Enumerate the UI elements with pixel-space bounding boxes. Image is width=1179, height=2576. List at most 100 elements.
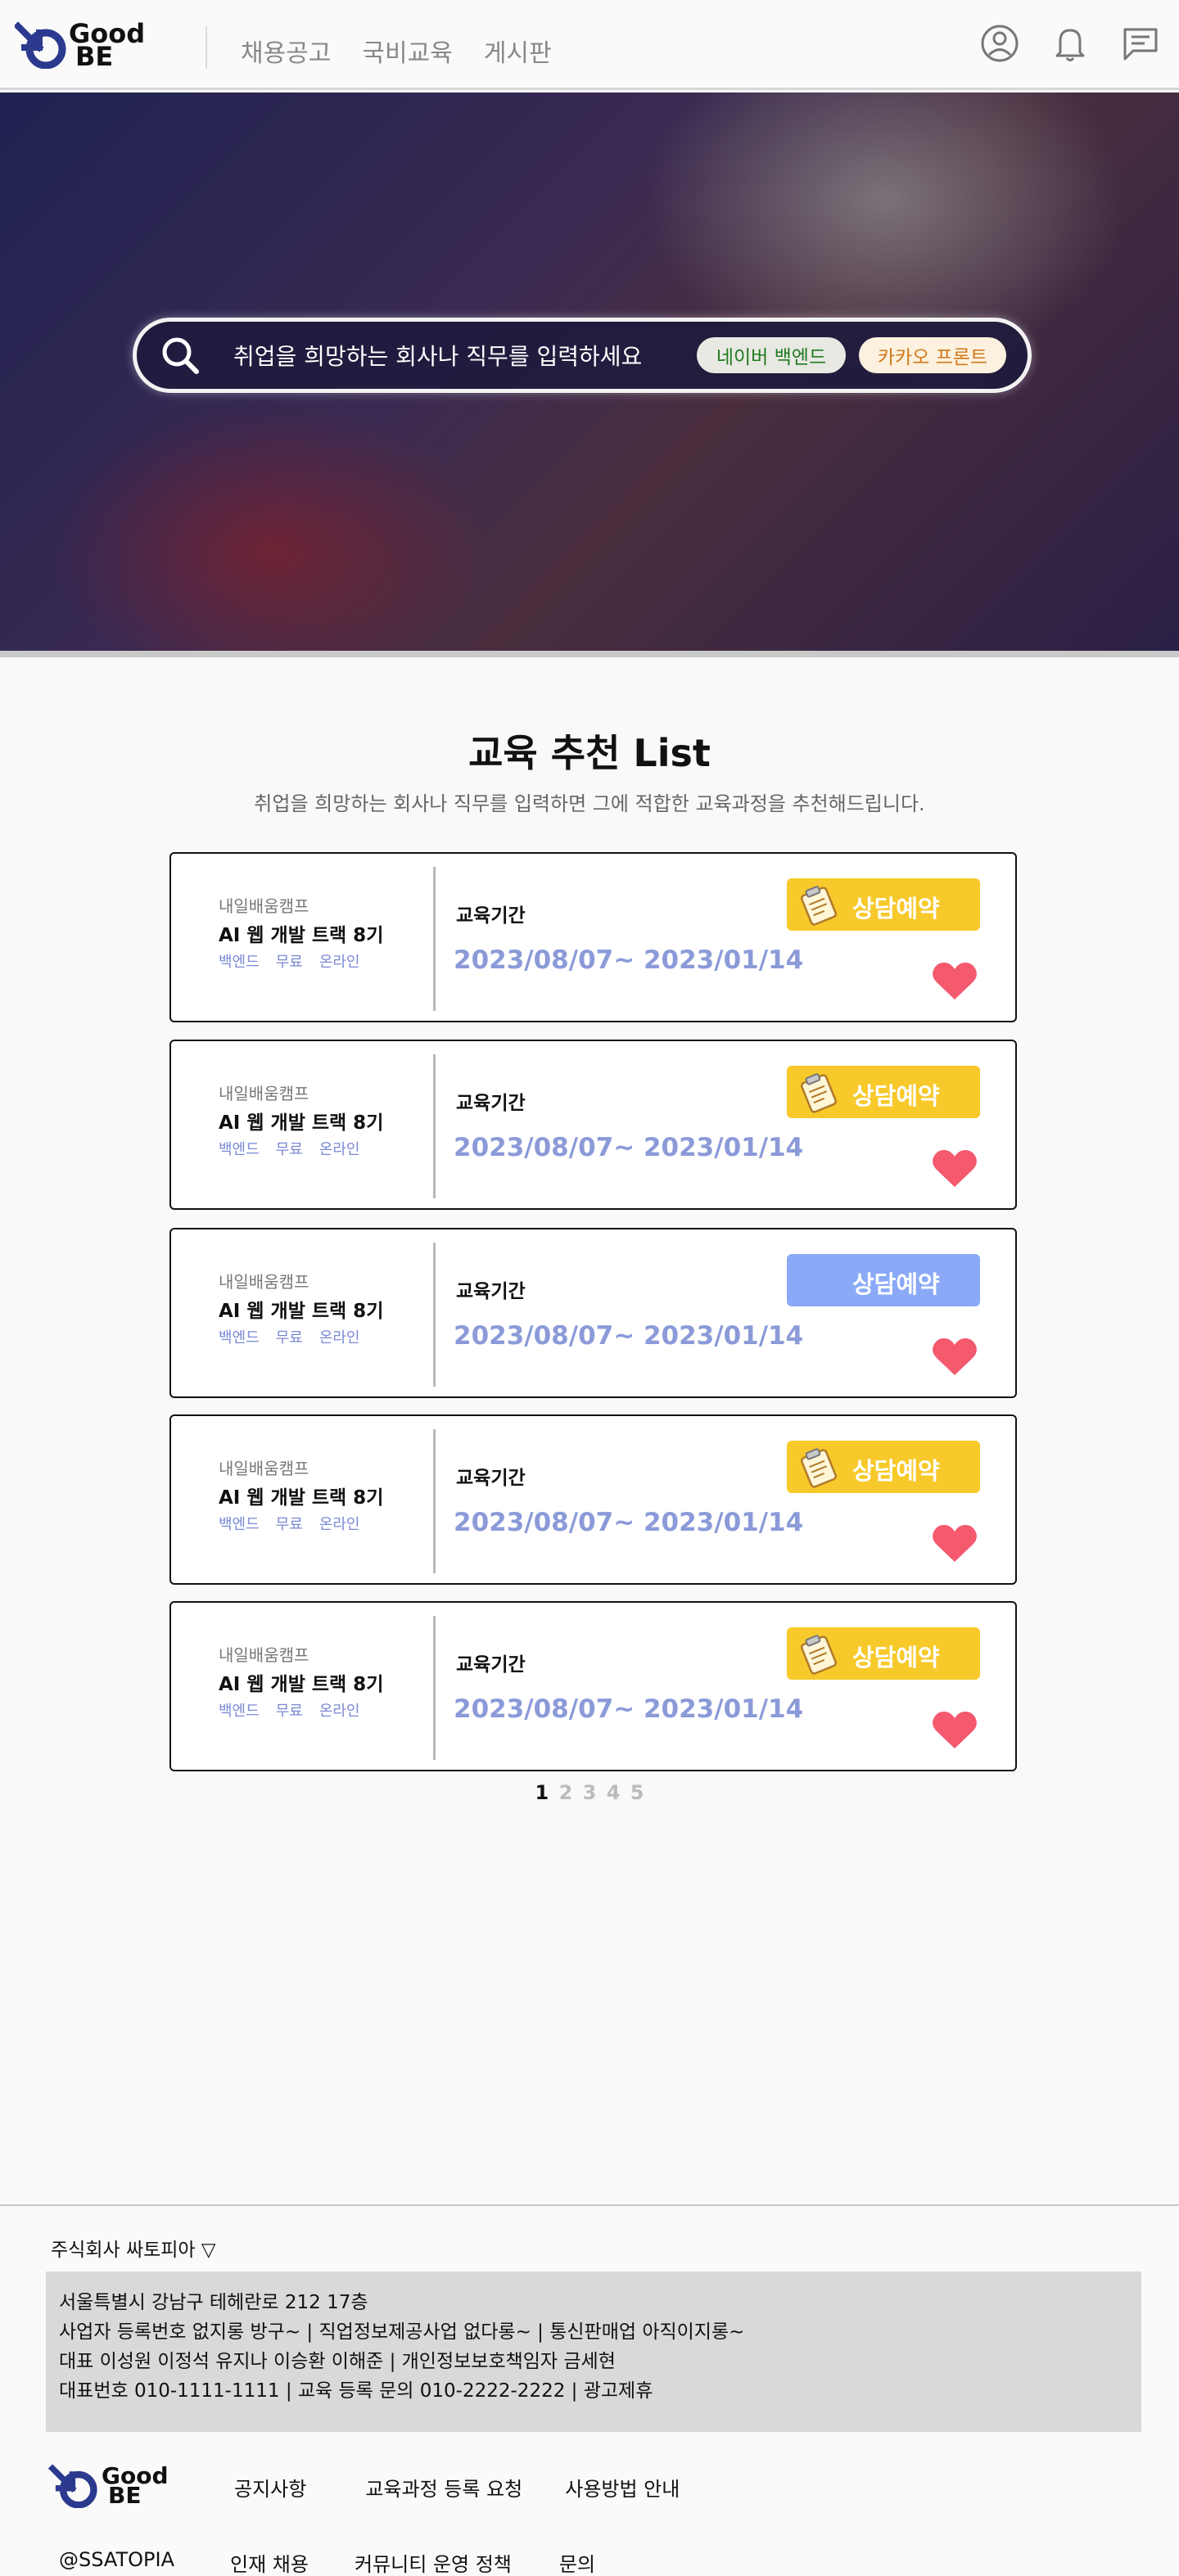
footer-info-line: 사업자 등록번호 없지롱 방구~ | 직업정보제공사업 없다롱~ | 통신판매업…	[59, 2321, 745, 2343]
course-tag: 온라인	[318, 1516, 360, 1533]
course-tag: 온라인	[318, 954, 360, 971]
period-value: 2023/08/07~ 2023/01/14	[454, 1321, 804, 1351]
card-divider	[433, 1616, 436, 1760]
search-tag-naver[interactable]: 네이버 백엔드	[697, 337, 846, 373]
course-tag: 무료	[275, 1516, 303, 1533]
nav-item-education[interactable]: 국비교육	[362, 33, 452, 69]
period-value: 2023/08/07~ 2023/01/14	[454, 1133, 804, 1162]
footer-link-guide[interactable]: 사용방법 안내	[565, 2473, 680, 2502]
card-divider	[433, 867, 436, 1011]
course-card[interactable]: 내일배움캠프 AI 웹 개발 트랙 8기 백엔드 무료 온라인 교육기간 202…	[169, 1414, 1017, 1585]
clipboard-icon	[801, 1448, 837, 1488]
footer-logo[interactable]: Good BE	[47, 2463, 195, 2509]
bell-icon[interactable]	[1050, 23, 1091, 64]
search-icon[interactable]	[160, 335, 201, 376]
footer-info-line: 대표 이성원 이정석 유지나 이승환 이해준 | 개인정보보호책임자 금세현	[59, 2351, 616, 2372]
heart-icon[interactable]	[931, 1523, 978, 1565]
heart-icon[interactable]	[931, 1148, 978, 1190]
course-tag: 백엔드	[219, 954, 260, 971]
course-tags: 백엔드 무료 온라인	[219, 1138, 360, 1159]
page-1[interactable]: 1	[535, 1781, 549, 1804]
card-divider	[433, 1429, 436, 1573]
period-value: 2023/08/07~ 2023/01/14	[454, 1694, 804, 1724]
footer-link-community-policy[interactable]: 커뮤니티 운영 정책	[355, 2548, 512, 2576]
heart-icon[interactable]	[931, 1709, 978, 1752]
section-title: 교육 추천 List	[468, 731, 711, 775]
course-card[interactable]: 내일배움캠프 AI 웹 개발 트랙 8기 백엔드 무료 온라인 교육기간 202…	[169, 852, 1017, 1022]
course-org: 내일배움캠프	[219, 1084, 309, 1103]
heart-icon[interactable]	[931, 1336, 978, 1378]
course-card[interactable]: 내일배움캠프 AI 웹 개발 트랙 8기 백엔드 무료 온라인 교육기간 202…	[169, 1601, 1017, 1771]
course-title: AI 웹 개발 트랙 8기	[219, 1112, 384, 1134]
footer-link-careers[interactable]: 인재 채용	[230, 2548, 309, 2576]
heart-icon[interactable]	[931, 960, 978, 1003]
course-title: AI 웹 개발 트랙 8기	[219, 925, 384, 946]
course-title: AI 웹 개발 트랙 8기	[219, 1487, 384, 1509]
header: Good BE 채용공고 국비교육 게시판	[0, 0, 1179, 90]
nav-item-board[interactable]: 게시판	[484, 33, 552, 69]
course-tag: 백엔드	[219, 1141, 260, 1158]
footer-info-line: 대표번호 010-1111-1111 | 교육 등록 문의 010-2222-2…	[59, 2380, 653, 2402]
footer-links-secondary: @SSATOPIA 인재 채용 커뮤니티 운영 정책 문의	[59, 2548, 595, 2576]
nav-item-jobs[interactable]: 채용공고	[241, 33, 331, 69]
consult-button-label: 상담예약	[852, 1270, 940, 1298]
period-value: 2023/08/07~ 2023/01/14	[454, 1508, 804, 1537]
course-tags: 백엔드 무료 온라인	[219, 1326, 360, 1347]
logo-text: Good BE	[69, 20, 145, 70]
footer-handle: @SSATOPIA	[59, 2548, 174, 2571]
consult-button[interactable]: 상담예약	[787, 878, 980, 931]
page-3[interactable]: 3	[583, 1781, 597, 1804]
course-tag: 무료	[275, 1141, 303, 1158]
course-tag: 무료	[275, 954, 303, 971]
search-bar[interactable]: 네이버 백엔드 카카오 프론트	[133, 318, 1032, 393]
main-nav: 채용공고 국비교육 게시판	[241, 33, 552, 69]
consult-button[interactable]: 상담예약	[787, 1441, 980, 1493]
clipboard-icon	[801, 886, 837, 926]
course-tag: 온라인	[318, 1329, 360, 1347]
card-divider	[433, 1054, 436, 1198]
page-4[interactable]: 4	[607, 1781, 621, 1804]
period-label: 교육기간	[456, 905, 526, 927]
footer-link-notice[interactable]: 공지사항	[234, 2473, 306, 2502]
course-tag: 무료	[275, 1703, 303, 1720]
page-5[interactable]: 5	[630, 1781, 644, 1804]
footer-info-line: 서울특별시 강남구 테헤란로 212 17층	[59, 2292, 368, 2313]
consult-button[interactable]: 상담예약	[787, 1254, 980, 1306]
course-title: AI 웹 개발 트랙 8기	[219, 1301, 384, 1322]
course-tag: 백엔드	[219, 1703, 260, 1720]
page-2[interactable]: 2	[559, 1781, 573, 1804]
logo[interactable]: Good BE	[15, 20, 175, 70]
course-tag: 온라인	[318, 1703, 360, 1720]
course-card[interactable]: 내일배움캠프 AI 웹 개발 트랙 8기 백엔드 무료 온라인 교육기간 202…	[169, 1228, 1017, 1398]
logo-icon	[47, 2464, 97, 2508]
consult-button-label: 상담예약	[852, 1457, 940, 1485]
course-org: 내일배움캠프	[219, 1272, 309, 1292]
consult-button-label: 상담예약	[852, 895, 940, 923]
consult-button[interactable]: 상담예약	[787, 1066, 980, 1118]
logo-icon	[15, 21, 66, 69]
period-label: 교육기간	[456, 1281, 526, 1302]
clipboard-icon	[801, 1635, 837, 1675]
course-org: 내일배움캠프	[219, 896, 309, 916]
card-divider	[433, 1243, 436, 1387]
footer-link-contact[interactable]: 문의	[559, 2548, 595, 2576]
course-tag: 백엔드	[219, 1329, 260, 1347]
hero-banner: 네이버 백엔드 카카오 프론트	[0, 92, 1179, 657]
header-divider	[206, 26, 207, 69]
footer: 주식회사 싸토피아 ▽ 서울특별시 강남구 테헤란로 212 17층 사업자 등…	[0, 2204, 1179, 2576]
consult-button-label: 상담예약	[852, 1644, 940, 1671]
message-icon[interactable]	[1120, 23, 1161, 64]
footer-logo-text: Good BE	[102, 2465, 169, 2507]
consult-button-label: 상담예약	[852, 1082, 940, 1110]
footer-company-toggle[interactable]: 주식회사 싸토피아 ▽	[51, 2234, 216, 2262]
search-input[interactable]	[233, 340, 692, 372]
footer-link-course-request[interactable]: 교육과정 등록 요청	[365, 2473, 522, 2502]
course-tag: 백엔드	[219, 1516, 260, 1533]
section-subtitle: 취업을 희망하는 회사나 직무를 입력하면 그에 적합한 교육과정을 추천해드립…	[254, 792, 925, 815]
search-tag-kakao[interactable]: 카카오 프론트	[859, 337, 1006, 373]
period-label: 교육기간	[456, 1654, 526, 1676]
user-icon[interactable]	[979, 23, 1020, 64]
consult-button[interactable]: 상담예약	[787, 1627, 980, 1680]
course-card[interactable]: 내일배움캠프 AI 웹 개발 트랙 8기 백엔드 무료 온라인 교육기간 202…	[169, 1040, 1017, 1210]
course-title: AI 웹 개발 트랙 8기	[219, 1674, 384, 1695]
